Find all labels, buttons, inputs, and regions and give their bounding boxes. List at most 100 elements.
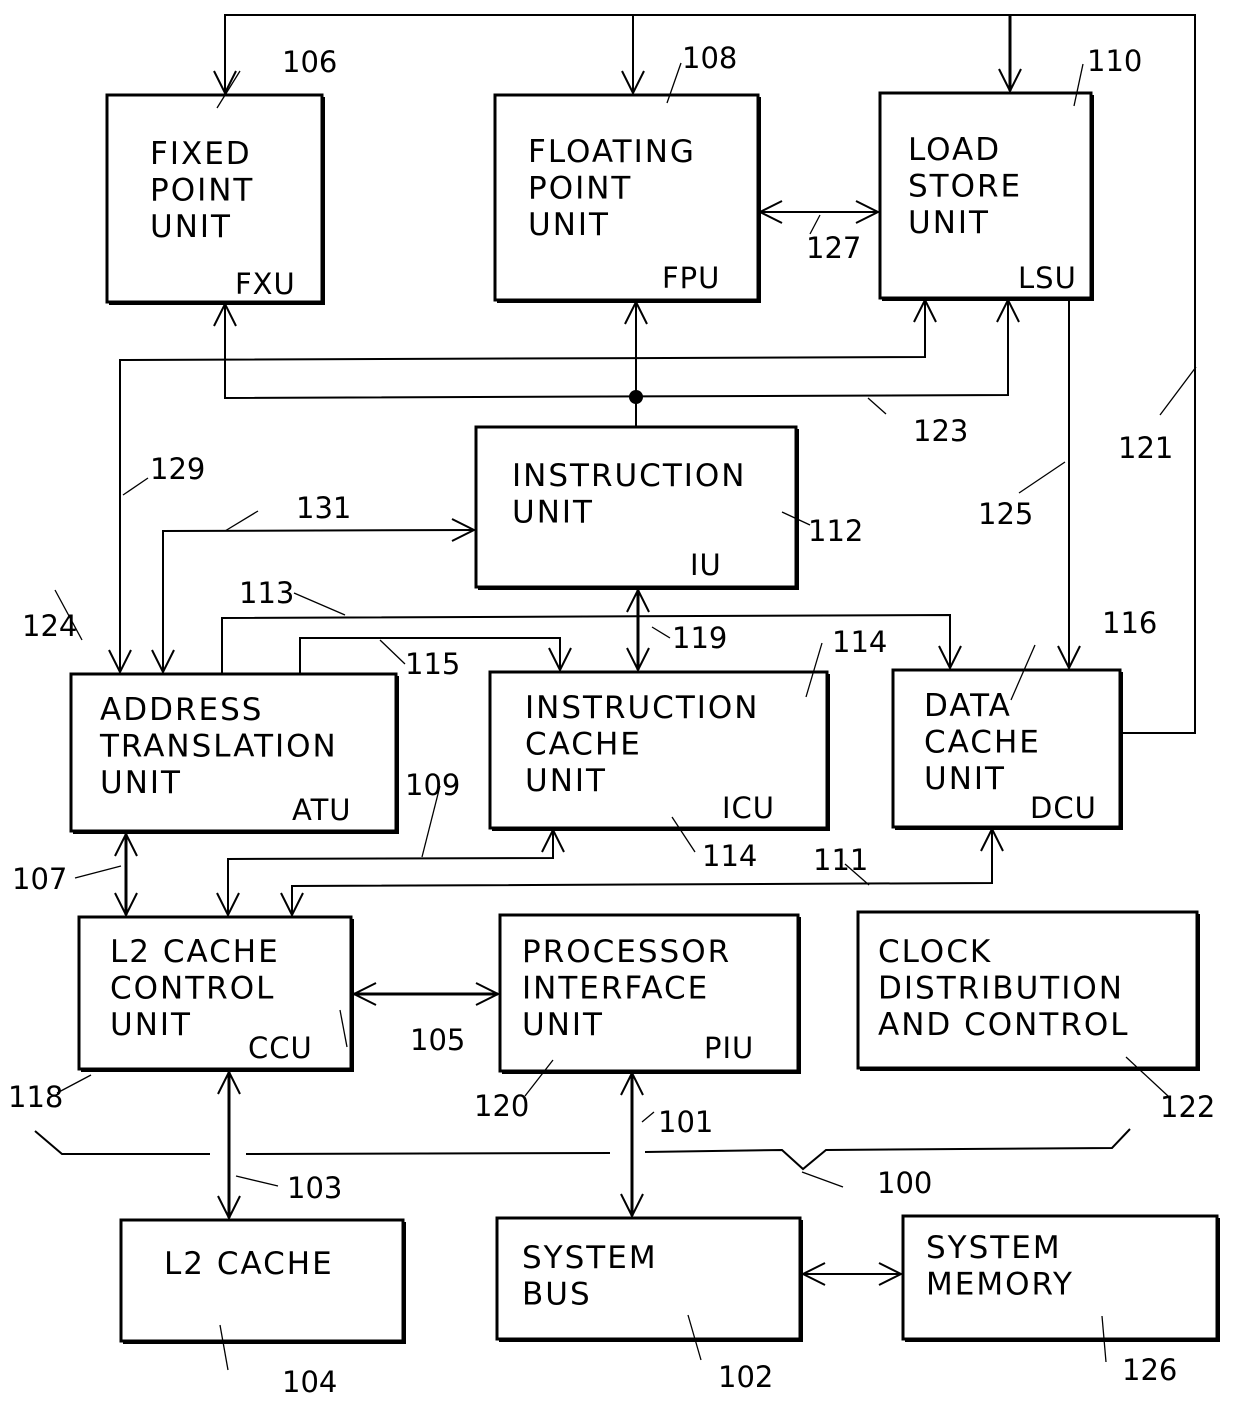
leader-129	[122, 477, 149, 496]
block-title-line: SYSTEM	[926, 1230, 1062, 1266]
block-title-line: PROCESSOR	[522, 934, 731, 970]
reference-numeral-116: 116	[1102, 606, 1157, 640]
block-title-line: DISTRIBUTION	[878, 971, 1124, 1007]
reference-numeral-125: 125	[978, 497, 1033, 531]
block-abbreviation: DCU	[1030, 791, 1097, 825]
block-dcu: DATACACHEUNIT DCU	[891, 668, 1123, 830]
reference-numeral-124: 124	[22, 609, 77, 643]
block-title-line: UNIT	[100, 765, 182, 801]
block-title-line: CACHE	[924, 725, 1041, 761]
processor-boundary-right	[644, 1128, 1131, 1171]
block-title-line: UNIT	[924, 761, 1006, 797]
reference-numeral-114: 114	[702, 839, 757, 873]
block-title-line: FIXED	[150, 136, 252, 172]
block-bus: SYSTEMBUS	[495, 1216, 803, 1342]
block-abbreviation: PIU	[704, 1031, 754, 1065]
block-title-line: CLOCK	[878, 934, 992, 970]
leader-123	[867, 397, 887, 415]
leader-100	[801, 1171, 844, 1188]
reference-numeral-127: 127	[806, 231, 861, 265]
block-title-line: UNIT	[522, 1007, 604, 1043]
block-title-line: INSTRUCTION	[512, 458, 747, 494]
reference-numeral-103: 103	[287, 1171, 342, 1205]
reference-numeral-113: 113	[239, 576, 294, 610]
block-iu: INSTRUCTIONUNIT IU	[474, 425, 799, 590]
block-title-line: UNIT	[110, 1007, 192, 1043]
reference-numeral-107: 107	[12, 862, 67, 896]
block-title-line: STORE	[908, 169, 1022, 205]
reference-numeral-108: 108	[682, 41, 737, 75]
block-title-line: DATA	[924, 688, 1012, 724]
wire-111	[291, 829, 993, 915]
reference-numeral-101: 101	[658, 1105, 713, 1139]
reference-numeral-120: 120	[474, 1089, 529, 1123]
block-title-line: UNIT	[528, 207, 610, 243]
block-lsu: LOADSTOREUNIT LSU	[878, 91, 1094, 301]
block-clock: CLOCKDISTRIBUTIONAND CONTROL	[856, 910, 1200, 1071]
reference-numeral-129: 129	[150, 452, 205, 486]
block-icu: INSTRUCTIONCACHEUNIT ICU	[488, 670, 830, 831]
leader-121	[1159, 366, 1197, 416]
block-title-line: INSTRUCTION	[525, 690, 760, 726]
reference-numeral-115: 115	[405, 647, 460, 681]
reference-numeral-112: 112	[808, 514, 863, 548]
processor-boundary-left	[34, 1130, 210, 1155]
block-title-line: AND CONTROL	[878, 1007, 1130, 1043]
reference-numeral-109: 109	[405, 768, 460, 802]
block-title-line: MEMORY	[926, 1267, 1074, 1303]
reference-numeral-114: 114	[832, 625, 887, 659]
junction-dot	[629, 390, 643, 404]
block-fpu: FLOATINGPOINTUNIT FPU	[493, 93, 761, 303]
leader-125	[1018, 461, 1066, 494]
block-abbreviation: ICU	[722, 791, 775, 825]
block-fxu: FIXEDPOINTUNITFXU	[105, 93, 325, 305]
block-abbreviation: FPU	[662, 261, 720, 295]
reference-numeral-118: 118	[8, 1080, 63, 1114]
reference-numeral-123: 123	[913, 414, 968, 448]
block-abbreviation: ATU	[292, 793, 352, 827]
functional-blocks: FIXEDPOINTUNITFXUFLOATINGPOINTUNITFPULOA…	[69, 91, 1220, 1344]
processor-boundary-mid	[245, 1152, 611, 1155]
block-title-line: UNIT	[512, 495, 594, 531]
block-abbreviation: LSU	[1018, 261, 1077, 295]
block-title-line: SYSTEM	[522, 1240, 658, 1276]
leader-103	[235, 1175, 279, 1187]
block-title-line: POINT	[150, 173, 254, 209]
block-title-line: CACHE	[525, 727, 642, 763]
block-title-line: UNIT	[908, 205, 990, 241]
block-title-line: BUS	[522, 1277, 592, 1313]
reference-numeral-121: 121	[1118, 431, 1173, 465]
block-title-line: L2 CACHE	[110, 934, 280, 970]
block-ccu: L2 CACHECONTROLUNIT CCU	[77, 915, 354, 1072]
reference-numeral-105: 105	[410, 1023, 465, 1057]
block-mem: SYSTEMMEMORY	[901, 1214, 1220, 1342]
leader-113	[293, 592, 346, 616]
block-title-line: UNIT	[150, 209, 232, 245]
block-title-line: POINT	[528, 171, 632, 207]
reference-numeral-122: 122	[1160, 1090, 1215, 1124]
block-title-line: TRANSLATION	[99, 729, 338, 765]
reference-numeral-131: 131	[296, 491, 351, 525]
block-title-line: L2 CACHE	[164, 1246, 334, 1282]
wire-123-bus	[224, 300, 1009, 400]
block-title-line: LOAD	[908, 132, 1001, 168]
block-abbreviation: IU	[690, 548, 722, 582]
wire-109	[227, 830, 554, 915]
block-l2: L2 CACHE	[119, 1218, 406, 1344]
leader-131	[224, 510, 259, 532]
leader-119	[651, 626, 671, 639]
reference-numeral-106: 106	[282, 45, 337, 79]
block-title-line: ADDRESS	[100, 692, 263, 728]
leader-107	[74, 865, 122, 879]
reference-numeral-102: 102	[718, 1360, 773, 1394]
leader-101	[641, 1111, 655, 1123]
block-piu: PROCESSORINTERFACEUNIT PIU	[498, 913, 801, 1074]
block-title-line: UNIT	[525, 763, 607, 799]
block-abbreviation: FXU	[235, 267, 296, 301]
block-atu: ADDRESSTRANSLATIONUNIT ATU	[69, 672, 399, 834]
reference-numeral-110: 110	[1087, 44, 1142, 78]
reference-numeral-126: 126	[1122, 1353, 1177, 1387]
block-title-line: CONTROL	[110, 971, 275, 1007]
reference-numeral-100: 100	[877, 1166, 932, 1200]
block-abbreviation: CCU	[248, 1031, 313, 1065]
